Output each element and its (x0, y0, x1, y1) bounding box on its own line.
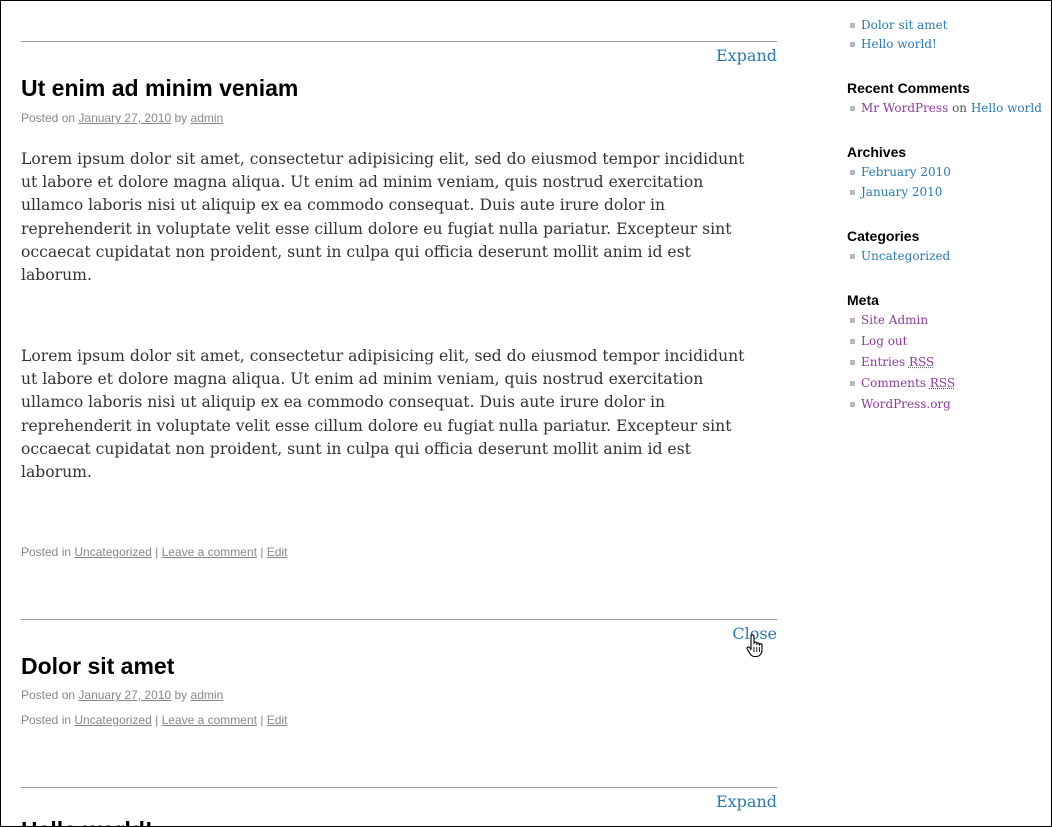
bullet-icon (850, 106, 855, 111)
bullet-icon (850, 254, 855, 259)
on-label: on (952, 101, 968, 115)
expand-link[interactable]: Expand (716, 792, 777, 811)
posted-on-label: Posted on (21, 688, 76, 702)
meta-item-wordpress[interactable]: WordPress.org (850, 397, 951, 411)
post-title[interactable]: Dolor sit amet (21, 653, 174, 680)
post-paragraph: Lorem ipsum dolor sit amet, consectetur … (21, 347, 745, 482)
separator: | (260, 713, 264, 727)
archive-item[interactable]: January 2010 (850, 185, 942, 199)
comment-post-link[interactable]: Hello world (971, 101, 1042, 115)
meta-item-site-admin[interactable]: Site Admin (850, 313, 928, 327)
comment-author-link[interactable]: Mr WordPress (861, 101, 948, 115)
separator: | (155, 545, 159, 559)
bullet-icon (850, 190, 855, 195)
rss-abbr: RSS (929, 376, 956, 390)
bullet-icon (850, 381, 855, 386)
posted-in-label: Posted in (21, 713, 72, 727)
rss-abbr: RSS (908, 355, 935, 369)
recent-post-item[interactable]: Dolor sit amet (850, 18, 948, 32)
author-link[interactable]: admin (191, 111, 224, 125)
post-title[interactable]: Ut enim ad minim veniam (21, 75, 298, 102)
bullet-icon (850, 318, 855, 323)
post-date-link[interactable]: January 27, 2010 (78, 111, 171, 125)
bullet-icon (850, 402, 855, 407)
bullet-icon (850, 23, 855, 28)
category-item[interactable]: Uncategorized (850, 249, 950, 263)
recent-post-item[interactable]: Hello world! (850, 37, 937, 51)
meta-item-entries-rss[interactable]: Entries RSS (850, 355, 934, 369)
bullet-icon (850, 42, 855, 47)
bullet-icon (850, 360, 855, 365)
separator: | (260, 545, 264, 559)
bullet-icon (850, 170, 855, 175)
recent-comments-heading: Recent Comments (847, 80, 970, 96)
edit-link[interactable]: Edit (267, 545, 288, 559)
categories-heading: Categories (847, 228, 920, 244)
post-footer: Posted in Uncategorized | Leave a commen… (21, 713, 287, 727)
category-link[interactable]: Uncategorized (74, 545, 151, 559)
hand-pointer-icon (746, 634, 763, 658)
by-label: by (174, 111, 188, 125)
recent-comment-item: Mr WordPress on Hello world (850, 101, 1042, 115)
leave-comment-link[interactable]: Leave a comment (162, 545, 257, 559)
post-title[interactable]: Hello world! (21, 817, 153, 826)
post-meta: Posted on January 27, 2010 by admin (21, 111, 223, 125)
post-paragraph: Lorem ipsum dolor sit amet, consectetur … (21, 150, 745, 285)
post-footer: Posted in Uncategorized | Leave a commen… (21, 545, 287, 559)
post-divider (21, 787, 777, 788)
meta-item-log-out[interactable]: Log out (850, 334, 907, 348)
separator: | (155, 713, 159, 727)
expand-link[interactable]: Expand (716, 46, 777, 65)
meta-item-comments-rss[interactable]: Comments RSS (850, 376, 955, 390)
post-meta: Posted on January 27, 2010 by admin (21, 688, 223, 702)
post-date-link[interactable]: January 27, 2010 (78, 688, 171, 702)
archives-heading: Archives (847, 144, 907, 160)
author-link[interactable]: admin (191, 688, 224, 702)
bullet-icon (850, 339, 855, 344)
posted-on-label: Posted on (21, 111, 76, 125)
posted-in-label: Posted in (21, 545, 72, 559)
category-link[interactable]: Uncategorized (74, 713, 151, 727)
page: Expand Ut enim ad minim veniam Posted on… (0, 0, 1052, 827)
post-divider (21, 41, 777, 42)
by-label: by (174, 688, 188, 702)
post-divider (21, 619, 777, 620)
leave-comment-link[interactable]: Leave a comment (162, 713, 257, 727)
meta-heading: Meta (847, 292, 879, 308)
edit-link[interactable]: Edit (267, 713, 288, 727)
archive-item[interactable]: February 2010 (850, 165, 951, 179)
